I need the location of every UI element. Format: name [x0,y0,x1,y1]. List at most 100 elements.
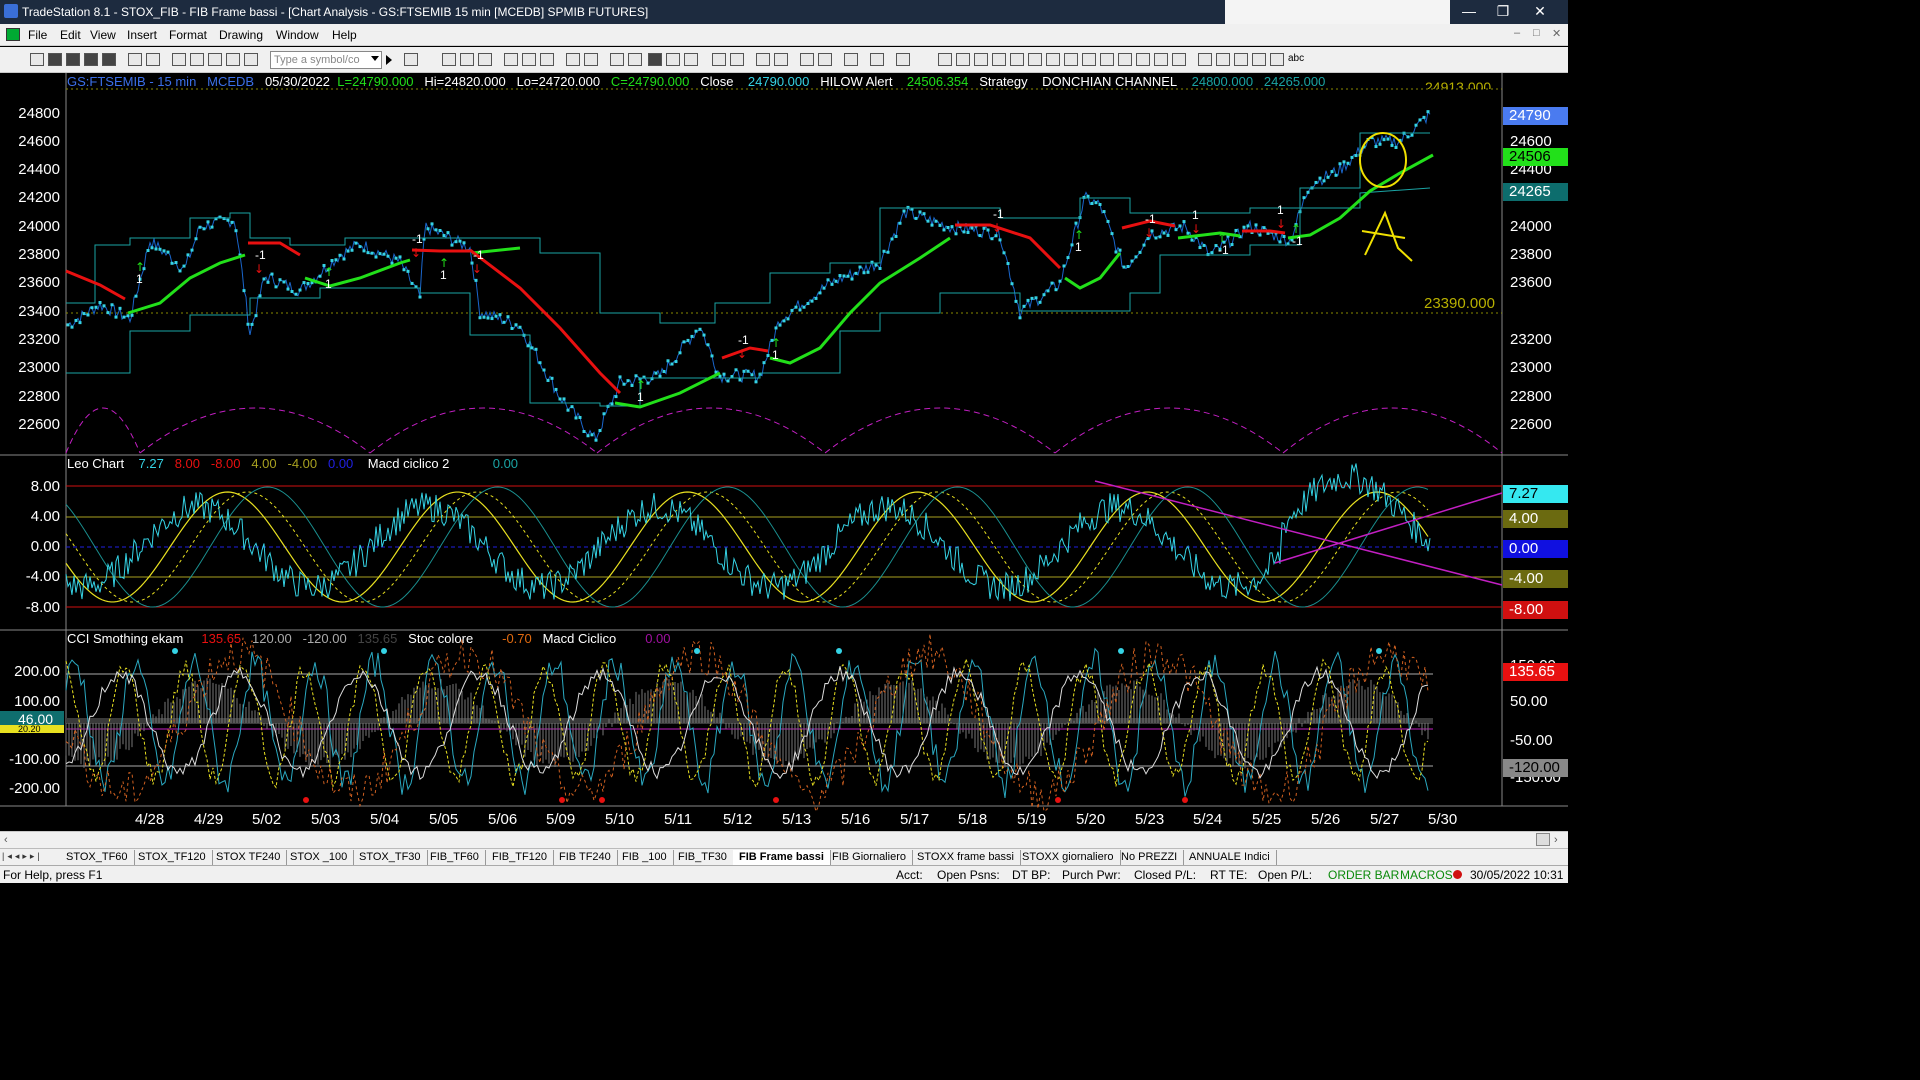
copy-chart-icon[interactable] [584,53,598,66]
horizontal-scrollbar[interactable]: ‹ › [0,831,1568,848]
compress-icon[interactable] [730,53,744,66]
zoom-in-icon[interactable] [756,53,770,66]
sell-arrow-icon[interactable] [1216,53,1230,66]
mdi-restore-button[interactable]: □ [1533,27,1540,39]
symbol-dropdown-icon[interactable] [371,56,379,61]
tab-stoxx-frame-bassi[interactable]: STOXX frame bassi [911,850,1021,865]
hotlist-icon[interactable] [628,53,642,66]
status-order-bar[interactable]: ORDER BAR [1328,868,1399,882]
pointer-icon[interactable] [800,53,814,66]
tab-fib-tf120[interactable]: FIB_TF120 [486,850,555,865]
tab-fib-tf30[interactable]: FIB_TF30 [672,850,734,865]
bar-chart-icon[interactable] [504,53,518,66]
tab-fib-frame-bassi[interactable]: FIB Frame bassi [733,850,831,865]
buy-arrow-icon[interactable] [1198,53,1212,66]
symbol-lookup-icon[interactable] [404,53,418,66]
mdi-minimize-button[interactable]: – [1514,27,1520,39]
scroll-thumb[interactable] [1536,833,1550,846]
osc-tick: 8.00 [30,478,60,495]
close-button[interactable]: ✕ [1520,0,1560,24]
chart-doc-icon[interactable] [6,28,20,41]
menu-window[interactable]: Window [276,28,319,42]
open-workspace-icon[interactable] [66,53,80,66]
data-window-icon[interactable] [566,53,580,66]
tab-fib-100[interactable]: FIB _100 [616,850,674,865]
new-icon[interactable] [30,53,44,66]
menu-file[interactable]: File [28,28,47,42]
pane-icon[interactable] [666,53,680,66]
tab-fib-tf60[interactable]: FIB_TF60 [424,850,486,865]
tab-annuale-indici[interactable]: ANNUALE Indici [1183,850,1277,865]
chart-area[interactable]: 1 ↑ -1 ↓ 1 ↑ -1 ↓ 1 ↑ -1 ↓ 1 ↑ -1 ↓ 1 ↑ -1 ↓ 1 ↑ -1 ↓ 1 ↓ -1 ↑ 1 ↓ -1 ↑… [0,73,1568,833]
tab-stoxx-giornaliero[interactable]: STOXX giornaliero [1016,850,1121,865]
chart-window-icon[interactable] [172,53,186,66]
scanner-icon[interactable] [226,53,240,66]
tab-stox-tf120[interactable]: STOX_TF120 [132,850,213,865]
tab-fib-tf240[interactable]: FIB TF240 [553,850,618,865]
channel-icon[interactable] [974,53,988,66]
candle-chart-icon[interactable] [540,53,554,66]
clear-icon[interactable] [896,53,910,66]
tab-stox-100[interactable]: STOX _100 [284,850,355,865]
gann-fan-icon[interactable] [1010,53,1024,66]
trendline-icon[interactable] [938,53,952,66]
fib-fan-icon[interactable] [1100,53,1114,66]
radar-icon[interactable] [190,53,204,66]
hammer-icon[interactable] [844,53,858,66]
menu-drawing[interactable]: Drawing [219,28,263,42]
strategy-icon[interactable] [244,53,258,66]
tab-stox-tf30[interactable]: STOX_TF30 [353,850,428,865]
menu-edit[interactable]: Edit [60,28,81,42]
price-bar [274,285,278,289]
save-icon[interactable] [84,53,98,66]
menu-format[interactable]: Format [169,28,207,42]
go-arrow-icon[interactable] [386,55,392,65]
up-arrow-icon[interactable] [1234,53,1248,66]
insert-strategy-icon[interactable] [478,53,492,66]
line-chart-icon[interactable] [522,53,536,66]
ellipse-icon[interactable] [1252,53,1266,66]
chart-canvas[interactable]: 1↑-1↓1↑-1↓1↑-1↓1↑-1↓ 1↑-1↓1↑-1↓1↓-1↑1↓-1↑ [0,73,1568,833]
status-macros[interactable]: MACROS [1400,868,1453,882]
tab-no-prezzi[interactable]: No PREZZI [1115,850,1185,865]
tab-stox-tf60[interactable]: STOX_TF60 [60,850,135,865]
save-workspace-icon[interactable] [102,53,116,66]
tab-stox-tf240[interactable]: STOX TF240 [210,850,288,865]
scale-icon[interactable] [684,53,698,66]
menu-view[interactable]: View [90,28,116,42]
time-cycle-icon[interactable] [1154,53,1168,66]
alert-icon[interactable] [610,53,624,66]
scroll-left-icon[interactable]: ‹ [4,834,8,846]
text-tool-icon[interactable] [870,53,884,66]
scroll-right-icon[interactable]: › [1554,834,1558,846]
expansion-icon[interactable] [1118,53,1132,66]
zoom-out-icon[interactable] [774,53,788,66]
format-symbol-icon[interactable] [442,53,456,66]
freehand-icon[interactable] [1172,53,1186,66]
mdi-close-button[interactable]: ✕ [1552,27,1561,40]
insert-indicator-icon[interactable] [460,53,474,66]
print-icon[interactable] [128,53,142,66]
bar-spacing-icon[interactable] [712,53,726,66]
menu-insert[interactable]: Insert [127,28,157,42]
tab-fib-giornaliero[interactable]: FIB Giornaliero [826,850,913,865]
open-icon[interactable] [48,53,62,66]
matrix-icon[interactable] [208,53,222,66]
restore-button[interactable]: ❐ [1486,0,1520,24]
regression-icon[interactable] [1028,53,1042,66]
fib-retracement-icon[interactable] [992,53,1006,66]
symbol-input[interactable]: Type a symbol/co [270,51,382,69]
arc-icon[interactable] [1136,53,1150,66]
menu-help[interactable]: Help [332,28,357,42]
volume-icon[interactable] [648,53,662,66]
horizontal-line-icon[interactable] [956,53,970,66]
tab-nav-icons[interactable]: |◂◂▸▸| [2,851,43,862]
minimize-button[interactable]: — [1452,0,1486,24]
text-abc-icon[interactable]: abc [1288,53,1304,64]
speed-lines-icon[interactable] [1064,53,1078,66]
vertical-line-icon[interactable] [1082,53,1096,66]
print-preview-icon[interactable] [146,53,160,66]
andrews-pitchfork-icon[interactable] [1046,53,1060,66]
rectangle-icon[interactable] [1270,53,1284,66]
crosshair-icon[interactable] [818,53,832,66]
